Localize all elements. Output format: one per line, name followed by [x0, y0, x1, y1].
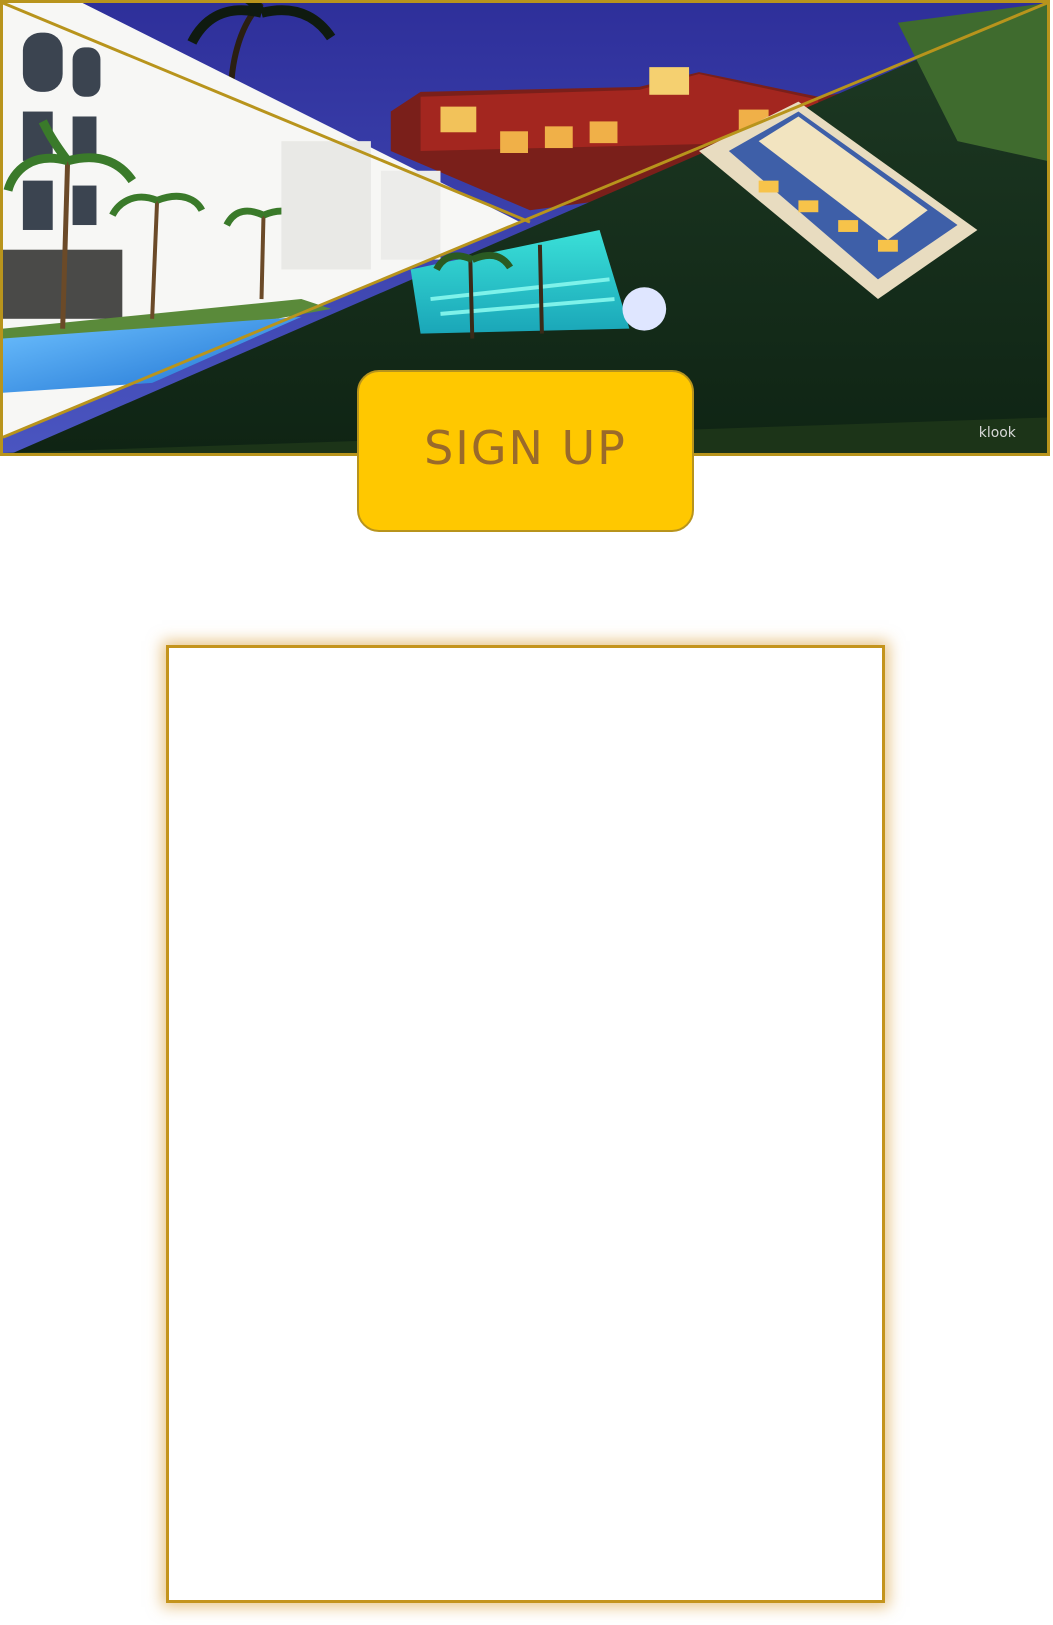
signup-button-label: SIGN UP — [424, 421, 627, 475]
klook-watermark: klook — [979, 425, 1016, 441]
signup-page: klook SIGN UP — [0, 0, 1053, 1625]
signup-form-card — [166, 645, 885, 1603]
signup-button[interactable]: SIGN UP — [357, 370, 694, 532]
